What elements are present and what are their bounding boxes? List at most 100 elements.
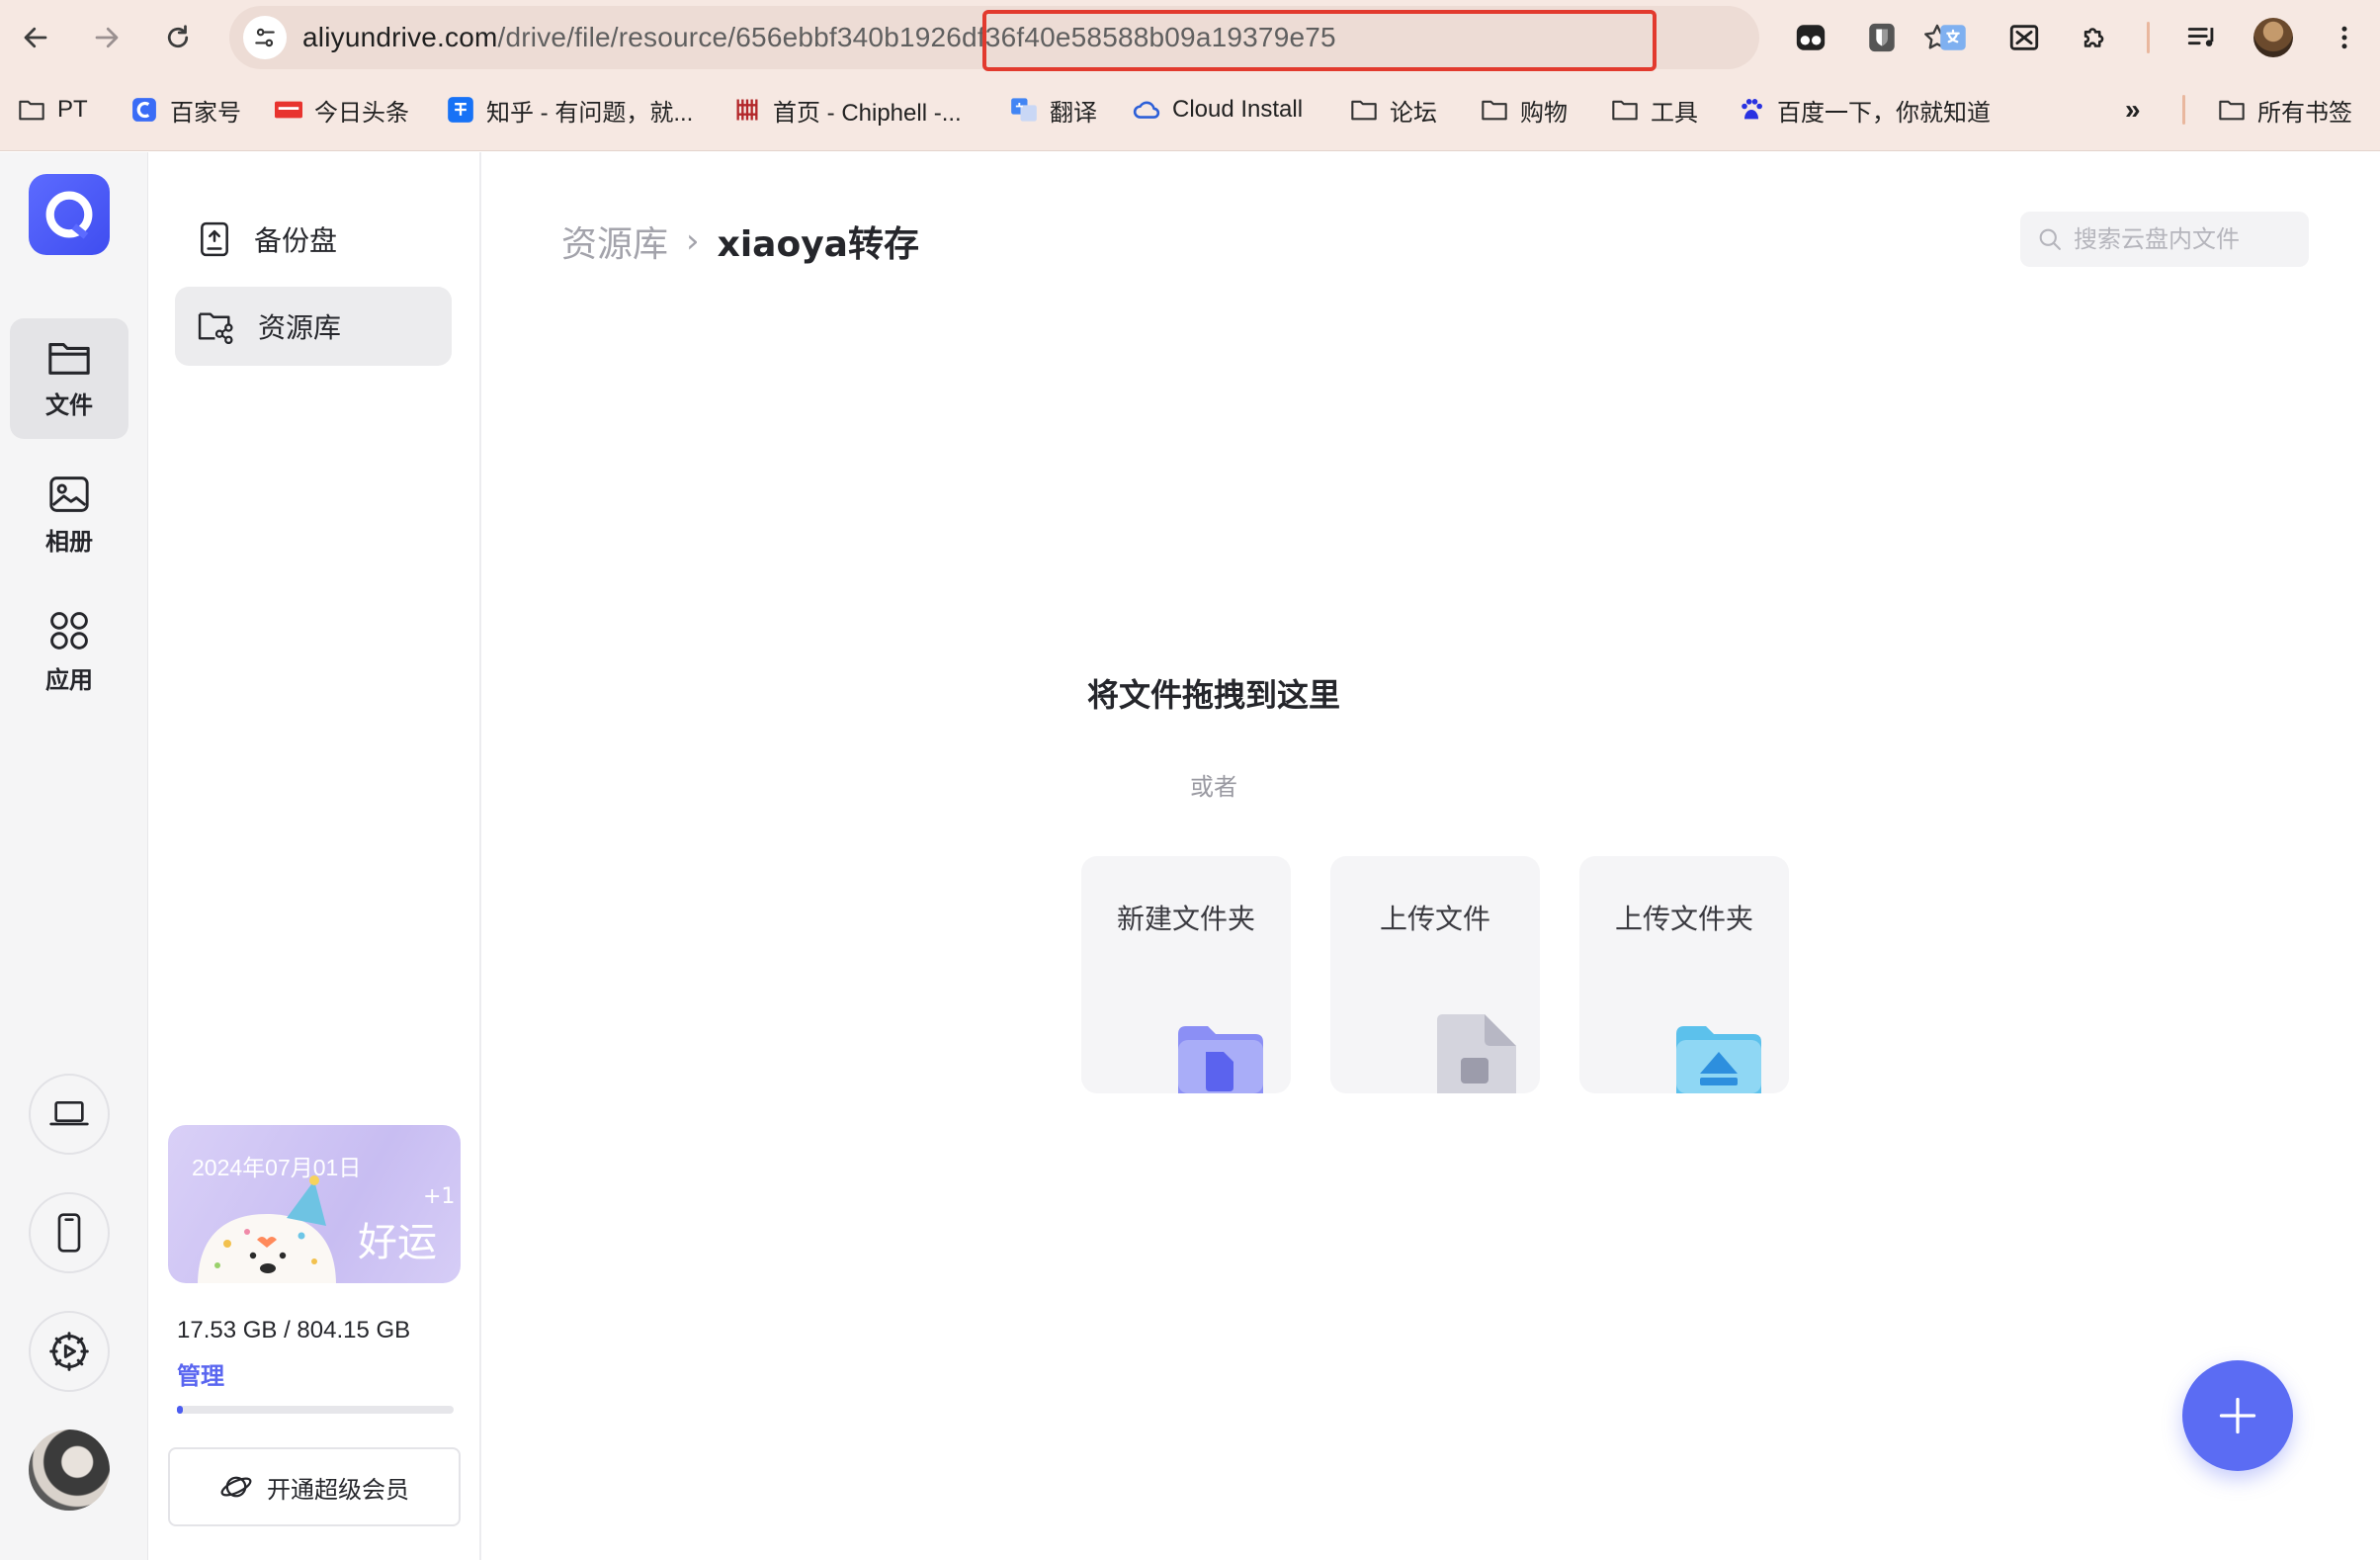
tune-icon (255, 28, 275, 47)
bookmark-tools[interactable]: 工具 (1611, 93, 1698, 127)
upload-file-card[interactable]: 上传文件 (1330, 856, 1540, 1093)
drop-zone-or: 或者 (1190, 773, 1237, 801)
bookmarks-bar: PT 百家号 今日头条 知乎 - 有问题，就... 首页 - Chiphell … (0, 89, 2380, 130)
toutiao-icon (275, 96, 302, 124)
seal-mascot-icon (198, 1175, 336, 1283)
daily-fortune-card[interactable]: 2024年07月01日 +1 好运 (168, 1125, 461, 1283)
storage-manage-link[interactable]: 管理 (177, 1356, 224, 1391)
folder-icon (1350, 96, 1378, 124)
add-fab-button[interactable] (2182, 1360, 2293, 1471)
browser-menu-button[interactable] (2323, 16, 2366, 59)
bookmark-label: PT (57, 96, 88, 123)
site-info-button[interactable] (243, 16, 287, 59)
address-bar[interactable]: aliyundrive.com/drive/file/resource/656e… (229, 6, 1950, 71)
card-label: 上传文件 (1379, 903, 1490, 935)
card-label: 上传文件夹 (1614, 903, 1753, 935)
sidebar-item-backup[interactable]: 备份盘 (175, 200, 452, 279)
back-button[interactable] (12, 14, 59, 61)
drop-zone-title: 将文件拖拽到这里 (1086, 676, 1340, 714)
breadcrumb: 资源库 › xiaoya转存 (561, 216, 919, 267)
url-host: aliyundrive.com (302, 22, 498, 52)
folder-icon (1481, 96, 1508, 124)
extension-bitwarden[interactable] (1860, 16, 1904, 59)
app-logo[interactable] (29, 174, 110, 255)
bookmarks-overflow-button[interactable]: » (2125, 93, 2141, 127)
rail-item-files[interactable]: 文件 (10, 318, 128, 439)
rail-item-apps[interactable]: 应用 (10, 591, 128, 712)
translate-icon (1940, 25, 1966, 50)
breadcrumb-chevron-icon: › (686, 221, 700, 261)
chevron-double-right-icon: » (2125, 94, 2141, 125)
new-folder-card[interactable]: 新建文件夹 (1081, 856, 1291, 1093)
bookmark-label: 工具 (1651, 99, 1698, 127)
upgrade-vip-button[interactable]: 开通超级会员 (168, 1447, 461, 1526)
upload-folder-card[interactable]: 上传文件夹 (1579, 856, 1789, 1093)
planet-icon (220, 1476, 252, 1498)
rail-item-label: 文件 (45, 390, 93, 419)
storage-usage: 17.53 GB / 804.15 GB (177, 1317, 411, 1343)
app-rail: 文件 相册 应用 (0, 152, 148, 1560)
upload-folder-icon (1676, 1026, 1761, 1093)
upgrade-vip-label: 开通超级会员 (267, 1475, 409, 1504)
scissors-icon (2009, 25, 2039, 50)
arrow-right-icon (95, 27, 119, 48)
extension-tampermonkey[interactable] (1789, 16, 1832, 59)
shield-icon (1869, 23, 1895, 52)
breadcrumb-parent[interactable]: 资源库 (561, 216, 668, 267)
folder-icon (1611, 96, 1639, 124)
media-control-button[interactable] (2180, 16, 2224, 59)
extension-snip[interactable] (2002, 16, 2046, 59)
sidebar-item-label: 备份盘 (254, 224, 338, 257)
playlist-icon (2187, 28, 2214, 46)
arrow-left-icon (24, 27, 47, 48)
search-icon (2039, 228, 2061, 250)
bookmark-baijiahao[interactable]: 百家号 (130, 93, 241, 127)
new-folder-icon (1178, 1026, 1263, 1093)
promo-luck: 好运 (358, 1220, 437, 1265)
settings-button[interactable] (29, 1311, 110, 1392)
bookmark-pt[interactable]: PT (18, 93, 88, 127)
mobile-client-button[interactable] (29, 1192, 110, 1273)
forward-button[interactable] (83, 14, 130, 61)
bookmark-label: 翻译 (1050, 99, 1097, 127)
apps-icon (50, 611, 88, 650)
laptop-icon (49, 1101, 89, 1126)
bookmark-baidu[interactable]: 百度一下，你就知道 (1738, 93, 1991, 127)
folder-icon (48, 342, 90, 375)
extensions-button[interactable] (2074, 16, 2117, 59)
aliyundrive-logo-icon (45, 191, 93, 239)
reload-icon (167, 25, 189, 48)
bookmark-label: 首页 - Chiphell -... (773, 99, 962, 127)
plus-icon (2219, 1397, 2256, 1434)
search-box[interactable] (2020, 212, 2309, 267)
sidebar-item-resource[interactable]: 资源库 (175, 287, 452, 366)
search-input[interactable] (2074, 225, 2301, 253)
bookmark-chiphell[interactable]: 首页 - Chiphell -... (733, 93, 962, 127)
bookmark-toutiao[interactable]: 今日头条 (275, 93, 409, 127)
url-highlight-box (982, 10, 1657, 71)
cloud-icon (1133, 96, 1160, 124)
bookmark-translate[interactable]: 翻译 (1010, 93, 1097, 127)
bookmark-cloud-install[interactable]: Cloud Install (1133, 93, 1303, 127)
photo-icon (49, 476, 89, 512)
bookmark-label: 百家号 (170, 99, 241, 127)
bookmark-shopping[interactable]: 购物 (1481, 93, 1568, 127)
chiphell-icon (733, 96, 761, 124)
upload-file-icon (1437, 1014, 1516, 1093)
bookmark-zhihu[interactable]: 知乎 - 有问题，就... (447, 93, 693, 127)
phone-icon (57, 1213, 81, 1253)
rail-item-photos[interactable]: 相册 (10, 455, 128, 575)
storage-progress-fill (177, 1406, 184, 1414)
reload-button[interactable] (154, 14, 202, 61)
file-browser-main: 资源库 › xiaoya转存 将文件拖拽到这里 或者 新建文件夹 上传文件 上传… (482, 152, 2380, 1560)
bookmark-forum[interactable]: 论坛 (1350, 93, 1437, 127)
backup-drive-icon (201, 221, 228, 257)
browser-toolbar: aliyundrive.com/drive/file/resource/656e… (0, 0, 2380, 151)
user-avatar[interactable] (29, 1430, 110, 1511)
bookmark-label: 论坛 (1390, 99, 1437, 127)
desktop-client-button[interactable] (29, 1074, 110, 1155)
profile-avatar[interactable] (2253, 18, 2293, 57)
all-bookmarks[interactable]: 所有书签 (2218, 93, 2352, 127)
extension-translate[interactable] (1931, 16, 1975, 59)
folder-icon (2218, 96, 2246, 124)
